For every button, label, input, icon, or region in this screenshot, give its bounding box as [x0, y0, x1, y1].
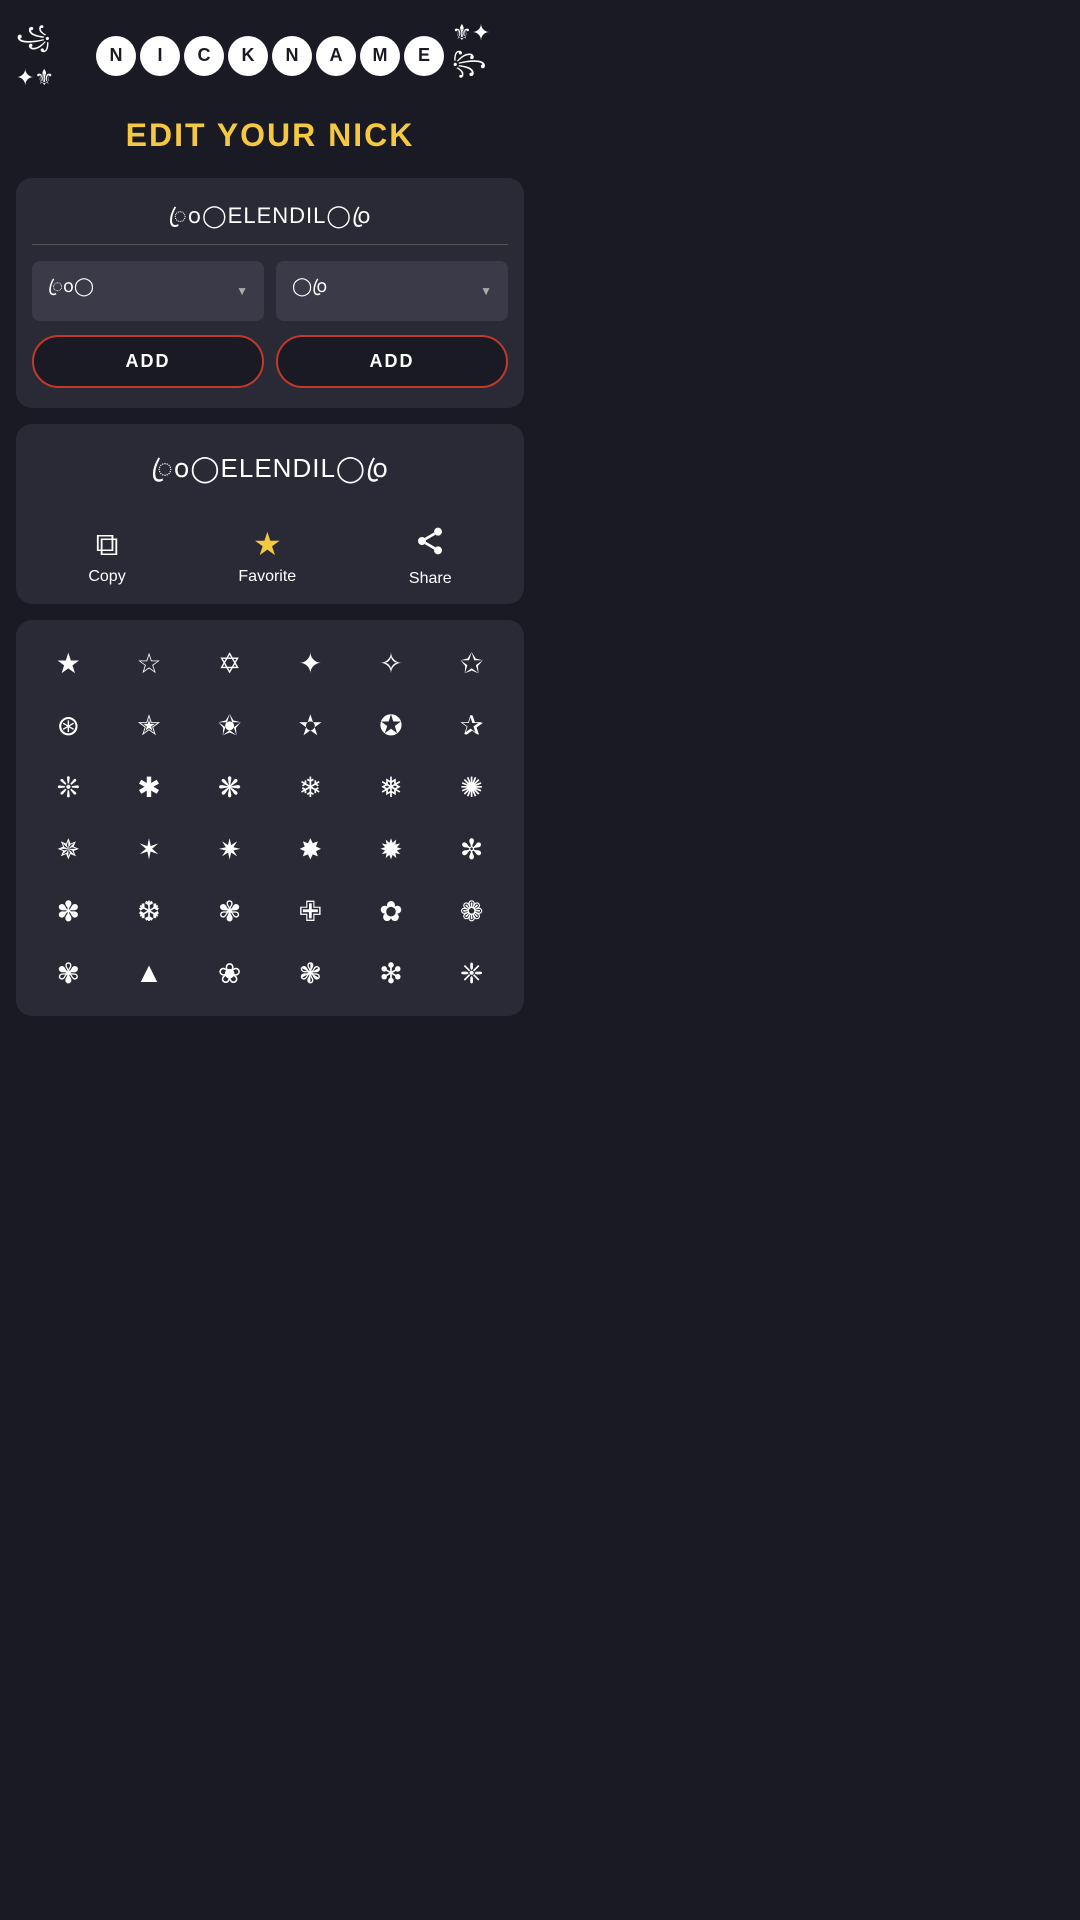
logo-letter-e: E: [404, 36, 444, 76]
symbols-card: ★☆✡✦✧✩⊛✭✬✫✪✰❊✱❋❄❅✺✵✶✷✸✹✼✽❆✾✙✿❁✾▲❀❃❇❈: [16, 620, 524, 1016]
symbol-item[interactable]: ✩: [435, 636, 508, 690]
symbol-item[interactable]: ❊: [32, 760, 105, 814]
share-label: Share: [409, 570, 452, 588]
nick-input[interactable]: [32, 198, 508, 245]
symbol-item[interactable]: ✰: [435, 698, 508, 752]
suffix-dropdown[interactable]: ◯꧐ꦿ ▼: [276, 261, 508, 321]
prefix-dropdown[interactable]: ꦿ꧐◯ ▼: [32, 261, 264, 321]
symbol-item[interactable]: ❆: [113, 884, 186, 938]
symbol-item[interactable]: ✦: [274, 636, 347, 690]
symbol-item[interactable]: ✡: [193, 636, 266, 690]
prefix-dropdown-value: ꦿ꧐◯: [48, 273, 94, 309]
copy-label: Copy: [88, 568, 125, 586]
preview-card: ꦿ꧐◯ELENDIL◯꧐ꦿ ⧉ Copy ★ Favorite Share: [16, 424, 524, 604]
logo-letter-m: M: [360, 36, 400, 76]
symbol-item[interactable]: ✫: [274, 698, 347, 752]
symbol-item[interactable]: ✱: [113, 760, 186, 814]
logo-letter-a: A: [316, 36, 356, 76]
favorite-button[interactable]: ★ Favorite: [238, 528, 296, 586]
copy-button[interactable]: ⧉ Copy: [88, 528, 125, 586]
symbol-item[interactable]: ☆: [113, 636, 186, 690]
logo-letters: N I C K N A M E: [96, 36, 444, 76]
symbol-item[interactable]: ❀: [193, 946, 266, 1000]
symbol-item[interactable]: ✺: [435, 760, 508, 814]
app-header: ꧁✦⚜ N I C K N A M E ⚜✦꧂: [0, 0, 540, 101]
symbol-item[interactable]: ❇: [355, 946, 428, 1000]
symbol-item[interactable]: ✿: [355, 884, 428, 938]
symbol-item[interactable]: ★: [32, 636, 105, 690]
action-buttons-row: ⧉ Copy ★ Favorite Share: [32, 525, 508, 588]
symbol-item[interactable]: ✬: [193, 698, 266, 752]
symbol-item[interactable]: ✾: [32, 946, 105, 1000]
add-suffix-button[interactable]: ADD: [276, 335, 508, 388]
share-button[interactable]: Share: [409, 525, 452, 588]
suffix-chevron-icon: ▼: [480, 284, 492, 298]
symbol-item[interactable]: ✷: [193, 822, 266, 876]
page-title: EDIT YOUR NICK: [0, 101, 540, 178]
symbol-item[interactable]: ✶: [113, 822, 186, 876]
add-prefix-button[interactable]: ADD: [32, 335, 264, 388]
symbols-grid: ★☆✡✦✧✩⊛✭✬✫✪✰❊✱❋❄❅✺✵✶✷✸✹✼✽❆✾✙✿❁✾▲❀❃❇❈: [32, 636, 508, 1000]
editor-card: ꦿ꧐◯ ▼ ◯꧐ꦿ ▼ ADD ADD: [16, 178, 524, 408]
symbol-item[interactable]: ❄: [274, 760, 347, 814]
symbol-item[interactable]: ✼: [435, 822, 508, 876]
symbol-item[interactable]: ✹: [355, 822, 428, 876]
symbol-item[interactable]: ❈: [435, 946, 508, 1000]
suffix-dropdown-value: ◯꧐ꦿ: [292, 273, 327, 309]
right-decoration: ⚜✦꧂: [452, 20, 524, 91]
left-decoration: ꧁✦⚜: [16, 20, 88, 91]
star-icon: ★: [253, 528, 282, 560]
symbol-item[interactable]: ❃: [274, 946, 347, 1000]
logo-letter-i: I: [140, 36, 180, 76]
symbol-item[interactable]: ⊛: [32, 698, 105, 752]
symbol-item[interactable]: ✾: [193, 884, 266, 938]
symbol-item[interactable]: ❁: [435, 884, 508, 938]
symbol-item[interactable]: ✽: [32, 884, 105, 938]
preview-nick-text: ꦿ꧐◯ELENDIL◯꧐ꦿ: [32, 448, 508, 501]
logo-letter-n: N: [96, 36, 136, 76]
symbol-item[interactable]: ✭: [113, 698, 186, 752]
dropdowns-row: ꦿ꧐◯ ▼ ◯꧐ꦿ ▼: [32, 261, 508, 321]
symbol-item[interactable]: ✙: [274, 884, 347, 938]
symbol-item[interactable]: ▲: [113, 946, 186, 1000]
add-buttons-row: ADD ADD: [32, 335, 508, 388]
prefix-chevron-icon: ▼: [236, 284, 248, 298]
logo-letter-n2: N: [272, 36, 312, 76]
symbol-item[interactable]: ❋: [193, 760, 266, 814]
copy-icon: ⧉: [96, 528, 119, 560]
share-icon: [414, 525, 446, 562]
logo-letter-k: K: [228, 36, 268, 76]
logo-letter-c: C: [184, 36, 224, 76]
symbol-item[interactable]: ✪: [355, 698, 428, 752]
symbol-item[interactable]: ✸: [274, 822, 347, 876]
symbol-item[interactable]: ❅: [355, 760, 428, 814]
favorite-label: Favorite: [238, 568, 296, 586]
symbol-item[interactable]: ✧: [355, 636, 428, 690]
symbol-item[interactable]: ✵: [32, 822, 105, 876]
